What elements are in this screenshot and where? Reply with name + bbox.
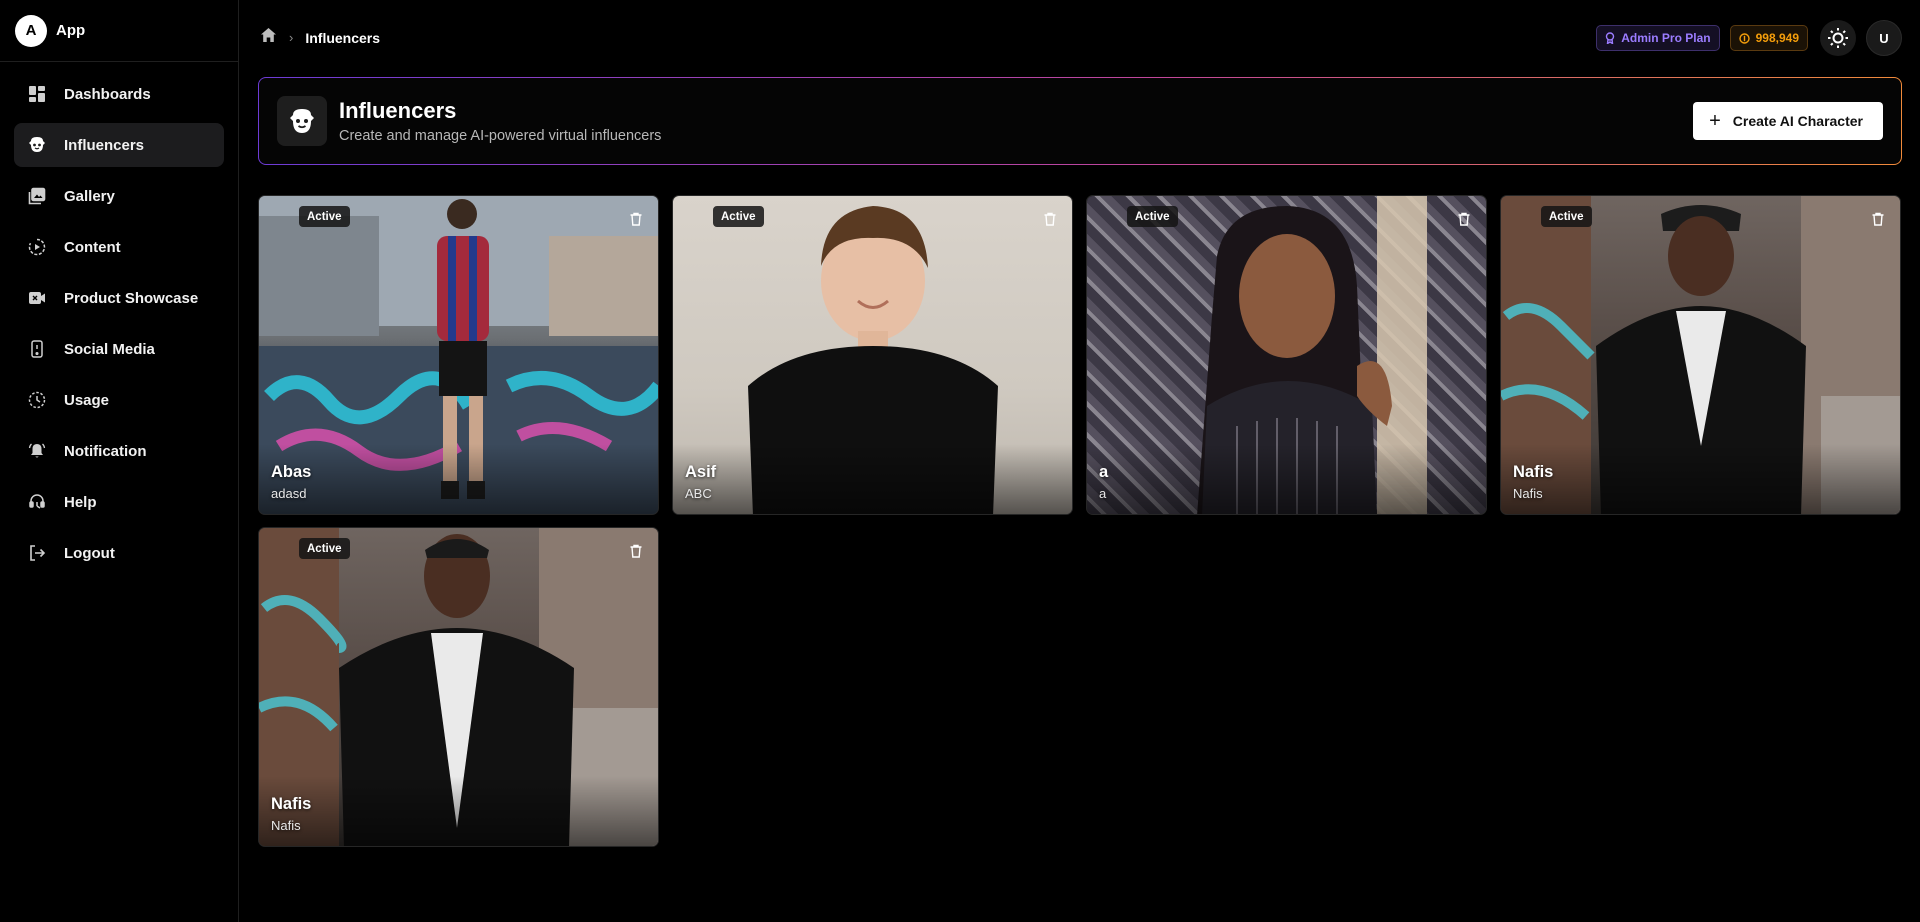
sidebar-item-label: Usage [64,391,110,409]
sidebar-item-social-media[interactable]: Social Media [14,327,224,371]
card-shade [1087,444,1486,514]
influencer-handle: adasd [271,486,307,501]
sidebar-item-notification[interactable]: Notification [14,429,224,473]
video-camera-icon [26,287,48,309]
robot-face-icon [26,134,48,156]
sidebar-item-label: Logout [64,544,115,562]
influencer-handle: Nafis [1513,486,1543,501]
sidebar-item-label: Dashboards [64,85,151,103]
breadcrumb-current: Influencers [305,29,381,46]
plan-label: Admin Pro Plan [1621,31,1711,45]
influencer-card[interactable]: Active Nafis Nafis [1500,195,1901,515]
breadcrumb: › Influencers [260,27,380,48]
sidebar-item-label: Content [64,238,121,256]
card-shade [1501,444,1900,514]
sidebar-item-influencers[interactable]: Influencers [14,123,224,167]
influencer-card[interactable]: Active Abas adasd [258,195,659,515]
sidebar-item-label: Social Media [64,340,155,358]
page-header-inner: Influencers Create and manage AI-powered… [259,78,1901,164]
brand-name: App [56,22,86,39]
sidebar-item-gallery[interactable]: Gallery [14,174,224,218]
robot-face-icon [277,96,327,146]
dashboard-icon [26,83,48,105]
sidebar-item-usage[interactable]: Usage [14,378,224,422]
credits-badge[interactable]: 998,949 [1729,25,1808,51]
play-circle-icon [26,236,48,258]
user-avatar[interactable]: U [1866,20,1902,56]
influencer-name: Asif [685,463,717,481]
sidebar-item-product-showcase[interactable]: Product Showcase [14,276,224,320]
topbar: › Influencers Admin Pro Plan 998,949 U [240,0,1920,76]
sidebar-item-label: Gallery [64,187,115,205]
trash-icon[interactable] [1042,211,1058,227]
sidebar-item-label: Influencers [64,136,145,154]
influencer-name: Abas [271,463,312,481]
page-header-card: Influencers Create and manage AI-powered… [258,77,1902,165]
plan-badge[interactable]: Admin Pro Plan [1596,25,1720,51]
card-shade [259,776,658,846]
influencer-card[interactable]: Active Nafis Nafis [258,527,659,847]
chevron-right-icon: › [289,30,294,45]
credits-value: 998,949 [1755,31,1799,45]
coin-icon [1738,32,1750,44]
status-badge: Active [299,206,350,227]
influencer-name: Nafis [1513,463,1554,481]
create-button-label: Create AI Character [1732,113,1863,129]
sidebar-item-dashboards[interactable]: Dashboards [14,72,224,116]
sidebar-item-logout[interactable]: Logout [14,531,224,575]
influencer-handle: a [1099,486,1107,501]
home-icon[interactable] [260,27,277,48]
card-shade [259,444,658,514]
brand-avatar: A [15,14,47,47]
gallery-icon [26,185,48,207]
theme-toggle-button[interactable] [1820,20,1856,56]
trash-icon[interactable] [628,211,644,227]
sidebar-item-content[interactable]: Content [14,225,224,269]
influencer-handle: Nafis [271,818,301,833]
sun-icon [1828,28,1848,48]
influencer-card[interactable]: Active Asif ABC [672,195,1073,515]
trash-icon[interactable] [628,543,644,559]
sidebar-item-label: Help [64,493,97,511]
card-shade [673,444,1072,514]
brand[interactable]: A App [0,0,238,62]
bell-ring-icon [26,440,48,462]
sidebar: A App Dashboards Influencers Gallery Con… [0,0,239,922]
status-badge: Active [1541,206,1592,227]
influencer-name: a [1099,463,1109,481]
page-title: Influencers [339,98,457,123]
plus-icon: + [1709,110,1721,132]
logout-icon [26,542,48,564]
sidebar-item-label: Product Showcase [64,289,199,307]
influencer-name: Nafis [271,795,312,813]
page-subtitle: Create and manage AI-powered virtual inf… [339,128,662,144]
influencer-handle: ABC [685,486,712,501]
phone-icon [26,338,48,360]
topbar-actions: Admin Pro Plan 998,949 U [1596,20,1902,56]
sidebar-item-label: Notification [64,442,147,460]
award-icon [1606,32,1615,44]
trash-icon[interactable] [1870,211,1886,227]
trash-icon[interactable] [1456,211,1472,227]
create-ai-character-button[interactable]: + Create AI Character [1693,102,1883,140]
influencer-card[interactable]: Active a a [1086,195,1487,515]
dashed-clock-icon [26,389,48,411]
sidebar-item-help[interactable]: Help [14,480,224,524]
sidebar-nav: Dashboards Influencers Gallery Content P… [0,62,238,592]
status-badge: Active [299,538,350,559]
status-badge: Active [1127,206,1178,227]
headset-icon [26,491,48,513]
status-badge: Active [713,206,764,227]
